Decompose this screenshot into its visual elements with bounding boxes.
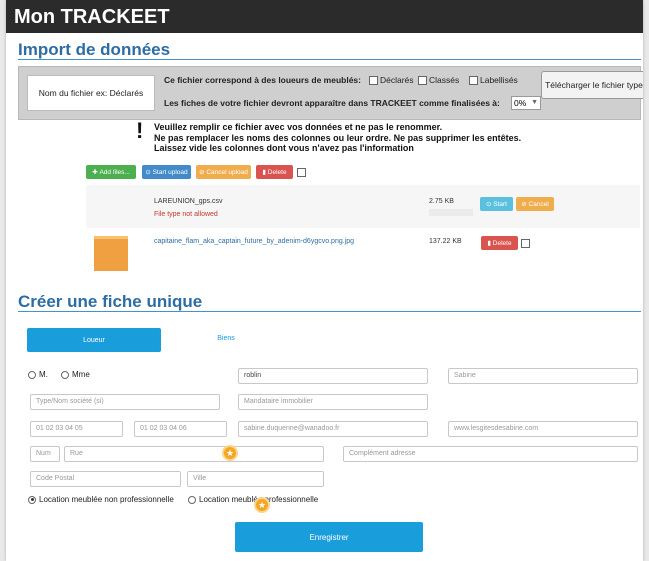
import-divider: [18, 59, 641, 60]
star-icon: ★: [254, 497, 270, 513]
complement-input[interactable]: Complément adresse: [343, 446, 638, 462]
file-name: LAREUNION_gps.csv: [154, 198, 223, 205]
company-input[interactable]: Type/Nom société (si): [30, 394, 220, 410]
progress-bar: [429, 209, 473, 216]
rental-pro[interactable]: Location meublée professionnelle: [188, 495, 318, 504]
add-files-button[interactable]: ✚ Add files...: [86, 165, 136, 179]
import-instructions: Veuillez remplir ce fichier avec vos don…: [154, 122, 522, 153]
radio-icon[interactable]: [28, 370, 36, 379]
import-heading: Import de données: [18, 40, 171, 59]
email-input[interactable]: sabine.duquenne@wanadoo.fr: [238, 421, 428, 437]
create-divider: [18, 311, 641, 312]
tab-biens[interactable]: Biens: [201, 331, 251, 345]
radio-icon[interactable]: [61, 370, 69, 379]
firstname-input[interactable]: Sabine: [448, 368, 638, 384]
type-question: Ce fichier correspond à des loueurs de m…: [164, 75, 361, 85]
file-link[interactable]: capitaine_flam_aka_captain_future_by_ade…: [154, 238, 354, 245]
agent-input[interactable]: Mandataire immobilier: [238, 394, 428, 410]
lastname-input[interactable]: roblin: [238, 368, 428, 384]
civility-mme[interactable]: Mme: [61, 370, 90, 379]
plus-icon: ✚: [92, 169, 100, 176]
radio-checked-icon[interactable]: [28, 495, 36, 504]
file-size: 2.75 KB: [429, 198, 454, 205]
select-all-checkbox[interactable]: [297, 168, 306, 177]
phone1-input[interactable]: 01 02 03 04 05: [30, 421, 123, 437]
cancel-file-button[interactable]: ⊘ Cancel: [516, 197, 554, 211]
file-thumbnail: [94, 236, 128, 271]
percent-select[interactable]: 0% ▼: [511, 96, 541, 110]
option-classes[interactable]: Classés: [418, 75, 459, 85]
percent-question: Les fiches de votre fichier devront appa…: [164, 98, 500, 108]
file-error: File type not allowed: [154, 211, 218, 218]
star-icon: ★: [222, 445, 238, 461]
delete-all-button[interactable]: ▮ Delete: [256, 165, 293, 179]
tab-loueur[interactable]: Loueur: [27, 328, 161, 352]
option-labellises[interactable]: Labellisés: [469, 75, 518, 85]
cancel-icon: ⊘: [521, 201, 529, 208]
upload-icon: ⊙: [486, 201, 494, 208]
city-input[interactable]: Ville: [187, 471, 324, 487]
file-size: 137.22 KB: [429, 238, 462, 245]
street-number-input[interactable]: Num: [30, 446, 60, 462]
app-title: Mon TRACKEET: [14, 6, 170, 28]
delete-file-button[interactable]: ▮ Delete: [481, 236, 518, 250]
checkbox-icon[interactable]: [469, 75, 478, 85]
rental-non-pro[interactable]: Location meublée non professionnelle: [28, 495, 174, 504]
checkbox-icon[interactable]: [418, 75, 427, 85]
option-declares[interactable]: Déclarés: [369, 75, 414, 85]
civility-m[interactable]: M.: [28, 370, 48, 379]
file-name-field[interactable]: Nom du fichier ex: Déclarés: [27, 75, 155, 111]
file-row-error: [86, 185, 640, 228]
upload-icon: ⊙: [145, 169, 153, 176]
radio-icon[interactable]: [188, 495, 196, 504]
download-template-button[interactable]: Télécharger le fichier type: [541, 71, 643, 99]
create-heading: Créer une fiche unique: [18, 292, 203, 311]
start-upload-button[interactable]: ⊙ Start upload: [142, 165, 191, 179]
warning-icon: !: [136, 118, 144, 143]
checkbox-icon[interactable]: [369, 75, 378, 85]
chevron-down-icon: ▼: [531, 99, 538, 106]
street-input[interactable]: Rue: [64, 446, 324, 462]
phone2-input[interactable]: 01 02 03 04 06: [134, 421, 227, 437]
save-button[interactable]: Enregistrer: [235, 522, 423, 552]
file-checkbox[interactable]: [521, 239, 530, 248]
cancel-upload-button[interactable]: ⊘ Cancel upload: [196, 165, 251, 179]
cancel-icon: ⊘: [199, 169, 207, 176]
postal-code-input[interactable]: Code Postal: [30, 471, 181, 487]
start-file-button[interactable]: ⊙ Start: [480, 197, 513, 211]
website-input[interactable]: www.lesgitesdesabine.com: [448, 421, 638, 437]
page: Mon TRACKEET Import de données Nom du fi…: [6, 0, 643, 561]
top-bar: Mon TRACKEET: [6, 0, 643, 33]
